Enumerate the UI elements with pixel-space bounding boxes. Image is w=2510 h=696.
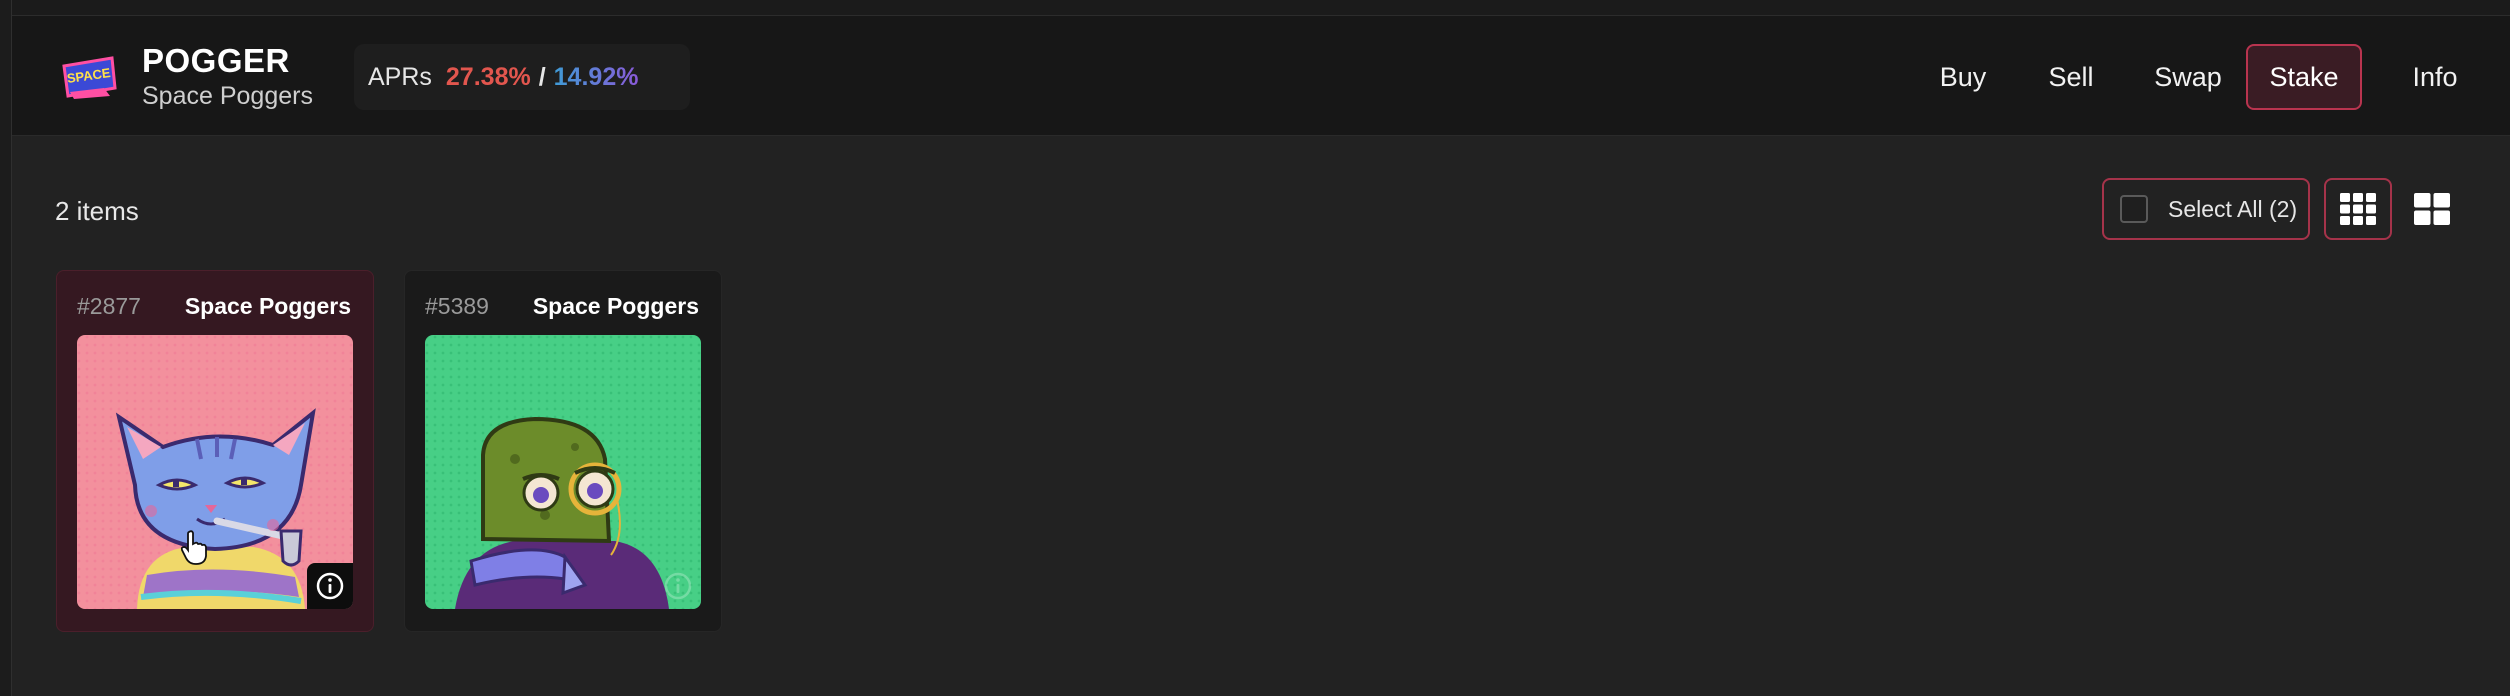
info-icon: [664, 572, 692, 600]
nft-collection: Space Poggers: [184, 293, 351, 319]
collection-subtitle: Space Poggers: [142, 82, 313, 110]
apr-separator: /: [538, 62, 546, 91]
nav-swap[interactable]: Swap: [2136, 44, 2240, 110]
app-header: SPACE POGGER Space Poggers APRs 27.38% /…: [12, 16, 2510, 136]
nft-info-button[interactable]: [307, 563, 353, 609]
nav-sell[interactable]: Sell: [2026, 44, 2116, 110]
grid-large-icon: [2414, 193, 2450, 225]
small-grid-view-button[interactable]: [2324, 178, 2392, 240]
item-count: 2 items: [55, 196, 139, 226]
nav-buy[interactable]: Buy: [1918, 44, 2008, 110]
apr-value-primary: 27.38%: [445, 62, 531, 91]
apr-label: APRs: [368, 62, 432, 91]
nav-stake[interactable]: Stake: [2246, 44, 2362, 110]
grid-small-icon: [2340, 193, 2376, 225]
large-grid-view-button[interactable]: [2398, 178, 2466, 240]
nft-image-cat[interactable]: [77, 335, 353, 609]
nft-id: #5389: [425, 293, 489, 319]
nft-card[interactable]: #5389 Space Poggers: [404, 270, 722, 632]
apr-value-secondary: 14.92%: [553, 62, 639, 91]
hand-pointer-cursor-icon: [180, 530, 207, 565]
nft-id: #2877: [77, 293, 141, 319]
nft-image-frog[interactable]: [425, 335, 701, 609]
collection-title: POGGER: [142, 42, 290, 79]
left-rail: [0, 0, 12, 696]
nft-card[interactable]: #2877 Space Poggers: [56, 270, 374, 632]
select-all-checkbox[interactable]: [2120, 195, 2148, 223]
select-all-label: Select All (2): [2168, 195, 2298, 222]
apr-display: APRs 27.38% / 14.92%: [354, 44, 690, 110]
select-all-button[interactable]: Select All (2): [2102, 178, 2310, 240]
collection-logo[interactable]: SPACE: [60, 52, 118, 100]
info-icon: [316, 572, 344, 600]
nft-info-button[interactable]: [655, 563, 701, 609]
window-top-edge: [0, 0, 2510, 16]
nft-collection: Space Poggers: [532, 293, 699, 319]
nav-info[interactable]: Info: [2390, 44, 2480, 110]
